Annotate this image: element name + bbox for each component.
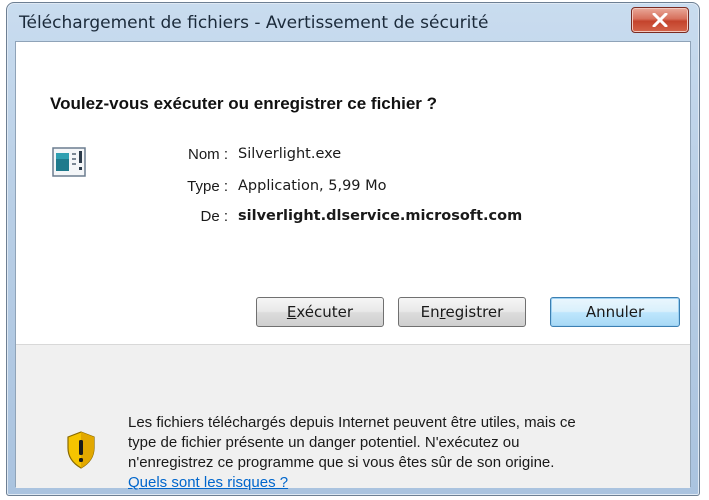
run-label-rest: xécuter (296, 303, 354, 321)
dialog-body: Voulez-vous exécuter ou enregistrer ce f… (15, 41, 691, 491)
dialog-question: Voulez-vous exécuter ou enregistrer ce f… (50, 94, 438, 113)
save-label-rest: egistrer (445, 303, 504, 321)
security-warning-panel: Les fichiers téléchargés depuis Internet… (16, 345, 690, 491)
file-source-label: De : (200, 208, 228, 225)
file-name-row: Nom : Silverlight.exe (16, 146, 692, 170)
close-button[interactable] (631, 7, 689, 33)
title-bar[interactable]: Téléchargement de fichiers - Avertisseme… (7, 3, 699, 43)
warning-line: Les fichiers téléchargés depuis Internet… (128, 414, 576, 431)
window-title: Téléchargement de fichiers - Avertisseme… (19, 13, 489, 33)
run-button-label: Exécuter (287, 303, 353, 321)
warning-message: Les fichiers téléchargés depuis Internet… (128, 413, 688, 493)
risks-link[interactable]: Quels sont les risques ? (128, 474, 288, 491)
file-type-label: Type : (187, 178, 228, 195)
file-name-value: Silverlight.exe (238, 146, 342, 162)
dialog-window: Téléchargement de fichiers - Avertisseme… (6, 2, 700, 496)
file-type-value: Application, 5,99 Mo (238, 178, 387, 194)
file-info-panel: Voulez-vous exécuter ou enregistrer ce f… (16, 42, 690, 344)
save-label-pre: En (420, 303, 440, 321)
warning-line: type de fichier présente un danger poten… (128, 434, 520, 451)
close-icon (652, 13, 668, 27)
save-button[interactable]: Enregistrer (398, 297, 526, 327)
file-name-label: Nom : (187, 146, 228, 163)
file-source-value: silverlight.dlservice.microsoft.com (238, 208, 523, 224)
warning-line: n'enregistrez ce programme que si vous ê… (128, 454, 555, 471)
file-type-row: Type : Application, 5,99 Mo (16, 178, 692, 202)
file-source-row: De : silverlight.dlservice.microsoft.com (16, 208, 692, 232)
cancel-button[interactable]: Annuler (550, 297, 680, 327)
save-button-label: Enregistrer (421, 303, 504, 321)
run-accelerator: E (286, 303, 297, 321)
security-shield-icon (67, 431, 95, 469)
run-button[interactable]: Exécuter (256, 297, 384, 327)
